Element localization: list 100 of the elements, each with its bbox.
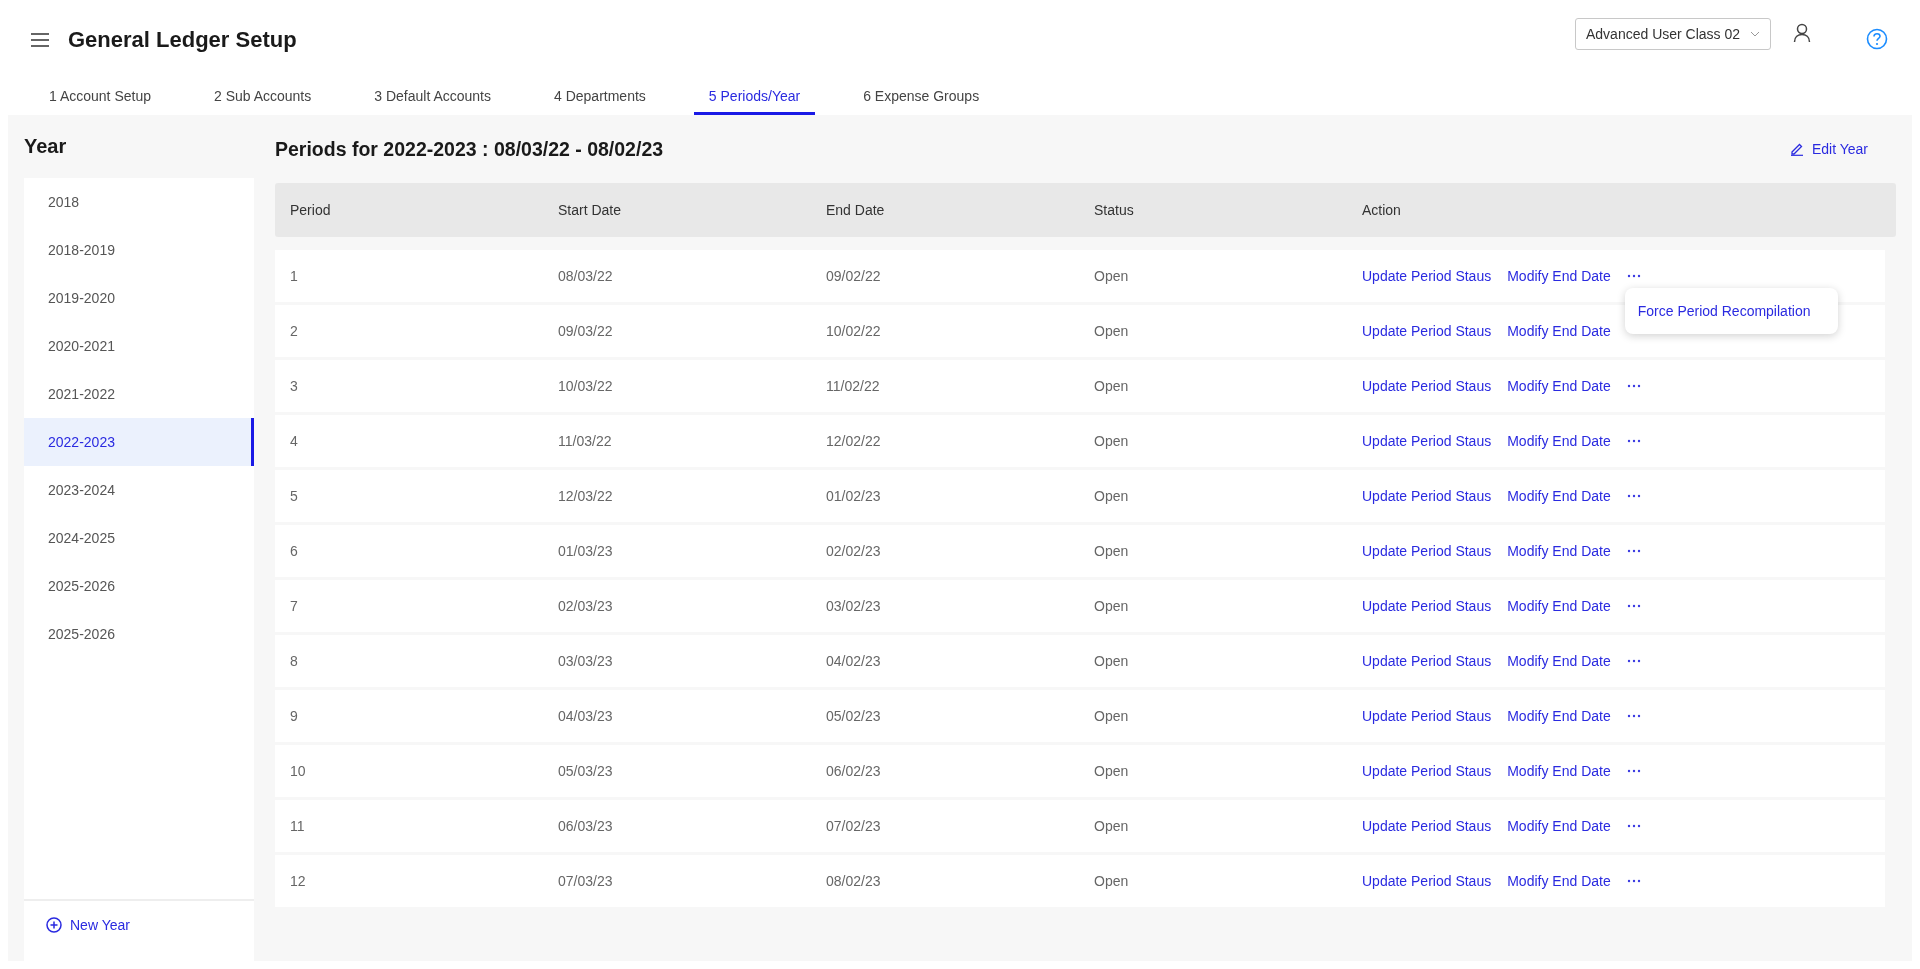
- table-cell-text: Open: [1093, 708, 1130, 724]
- table-cell-text: 7: [289, 598, 299, 614]
- table-cell-text: 12/03/22: [557, 488, 614, 504]
- action-link[interactable]: Update Period Staus: [1362, 433, 1492, 449]
- action-link[interactable]: Modify End Date: [1507, 873, 1611, 889]
- year-item[interactable]: 2018: [24, 178, 254, 226]
- action-link[interactable]: Modify End Date: [1507, 378, 1611, 394]
- table-cell-text: 11/03/22: [557, 433, 613, 449]
- table-cell-text: 05/03/23: [557, 763, 614, 779]
- action-link[interactable]: Modify End Date: [1507, 763, 1611, 779]
- table-cell-text: 07/02/23: [825, 818, 882, 834]
- table-cell-text: Open: [1093, 488, 1130, 504]
- action-link[interactable]: Modify End Date: [1507, 653, 1611, 669]
- help-icon[interactable]: [1866, 28, 1888, 50]
- year-item[interactable]: 2023-2024: [24, 466, 254, 514]
- table-cell-text: 11: [289, 818, 306, 834]
- year-item[interactable]: 2024-2025: [24, 514, 254, 562]
- more-icon[interactable]: [1626, 549, 1641, 553]
- column-header: Start Date: [557, 202, 623, 218]
- action-link[interactable]: Update Period Staus: [1362, 488, 1492, 504]
- tab[interactable]: 4 Departments: [539, 80, 661, 115]
- user-icon[interactable]: [1793, 23, 1811, 43]
- table-cell-text: Open: [1093, 323, 1130, 339]
- action-link[interactable]: Modify End Date: [1507, 268, 1611, 284]
- table-cell-text: 08/03/22: [557, 268, 614, 284]
- table-cell-text: 2: [289, 323, 299, 339]
- table-cell-text: 01/02/23: [825, 488, 882, 504]
- table-cell-text: 03/02/23: [825, 598, 882, 614]
- action-link[interactable]: Modify End Date: [1507, 323, 1611, 339]
- more-icon[interactable]: [1626, 494, 1641, 498]
- action-link[interactable]: Update Period Staus: [1362, 598, 1492, 614]
- table-cell-text: Open: [1093, 818, 1130, 834]
- tab[interactable]: 3 Default Accounts: [359, 80, 506, 115]
- table-cell-text: 3: [289, 378, 299, 394]
- table-cell-text: 06/03/23: [557, 818, 614, 834]
- year-item[interactable]: 2020-2021: [24, 322, 254, 370]
- table-cell-text: Open: [1093, 433, 1130, 449]
- action-link[interactable]: Update Period Staus: [1362, 543, 1492, 559]
- more-icon[interactable]: [1626, 384, 1641, 388]
- action-link[interactable]: Modify End Date: [1507, 488, 1611, 504]
- menu-item[interactable]: Force Period Recompilation: [1637, 303, 1811, 319]
- more-icon[interactable]: [1626, 879, 1641, 883]
- tab[interactable]: 1 Account Setup: [34, 80, 166, 115]
- more-icon[interactable]: [1626, 659, 1641, 663]
- table-cell-text: Open: [1093, 873, 1130, 889]
- table-cell-text: 10: [289, 763, 307, 779]
- table-cell-text: 5: [289, 488, 299, 504]
- action-link[interactable]: Update Period Staus: [1362, 708, 1492, 724]
- edit-year-button[interactable]: Edit Year: [1783, 140, 1874, 158]
- page-title: General Ledger Setup: [68, 27, 297, 53]
- action-link[interactable]: Update Period Staus: [1362, 873, 1492, 889]
- new-year-button[interactable]: New Year: [24, 899, 254, 949]
- action-link[interactable]: Modify End Date: [1507, 818, 1611, 834]
- year-item[interactable]: 2021-2022: [24, 370, 254, 418]
- table-cell-text: 11/02/22: [825, 378, 881, 394]
- action-link[interactable]: Modify End Date: [1507, 543, 1611, 559]
- year-item[interactable]: 2025-2026: [24, 610, 254, 658]
- table-cell-text: 12: [289, 873, 307, 889]
- action-link[interactable]: Modify End Date: [1507, 433, 1611, 449]
- table-cell-text: 04/03/23: [557, 708, 614, 724]
- role-select[interactable]: Advanced User Class 02: [1575, 18, 1771, 50]
- table-cell-text: Open: [1093, 598, 1130, 614]
- column-header: End Date: [825, 202, 886, 218]
- more-icon[interactable]: [1626, 714, 1641, 718]
- more-icon[interactable]: [1626, 439, 1641, 443]
- table-cell-text: 02/02/23: [825, 543, 882, 559]
- table-cell-text: 01/03/23: [557, 543, 614, 559]
- more-icon[interactable]: [1626, 274, 1641, 278]
- table-cell-text: 02/03/23: [557, 598, 614, 614]
- tab[interactable]: 2 Sub Accounts: [198, 80, 327, 115]
- action-link[interactable]: Update Period Staus: [1362, 653, 1492, 669]
- table-cell-text: 10/02/22: [825, 323, 882, 339]
- table-cell-text: 10/03/22: [557, 378, 614, 394]
- table-cell-text: 05/02/23: [825, 708, 882, 724]
- action-link[interactable]: Update Period Staus: [1362, 268, 1492, 284]
- year-item[interactable]: 2022-2023: [24, 418, 254, 466]
- table-cell-text: Open: [1093, 653, 1130, 669]
- year-item[interactable]: 2025-2026: [24, 562, 254, 610]
- column-header: Action: [1361, 202, 1402, 218]
- more-icon[interactable]: [1626, 604, 1641, 608]
- action-link[interactable]: Update Period Staus: [1362, 818, 1492, 834]
- tab[interactable]: 6 Expense Groups: [848, 80, 995, 115]
- table-cell-text: 8: [289, 653, 299, 669]
- table-cell-text: 08/02/23: [825, 873, 882, 889]
- table-cell-text: 9: [289, 708, 299, 724]
- action-link[interactable]: Modify End Date: [1507, 598, 1611, 614]
- year-item[interactable]: 2019-2020: [24, 274, 254, 322]
- table-cell-text: 6: [289, 543, 299, 559]
- action-link[interactable]: Modify End Date: [1507, 708, 1611, 724]
- section-title: Year: [24, 134, 68, 159]
- more-icon[interactable]: [1626, 824, 1641, 828]
- table-cell-text: Open: [1093, 378, 1130, 394]
- menu-icon[interactable]: [30, 32, 50, 48]
- action-link[interactable]: Update Period Staus: [1362, 378, 1492, 394]
- year-item[interactable]: 2018-2019: [24, 226, 254, 274]
- action-link[interactable]: Update Period Staus: [1362, 323, 1492, 339]
- more-icon[interactable]: [1626, 769, 1641, 773]
- column-header: Status: [1093, 202, 1135, 218]
- table-cell-text: Open: [1093, 543, 1130, 559]
- action-link[interactable]: Update Period Staus: [1362, 763, 1492, 779]
